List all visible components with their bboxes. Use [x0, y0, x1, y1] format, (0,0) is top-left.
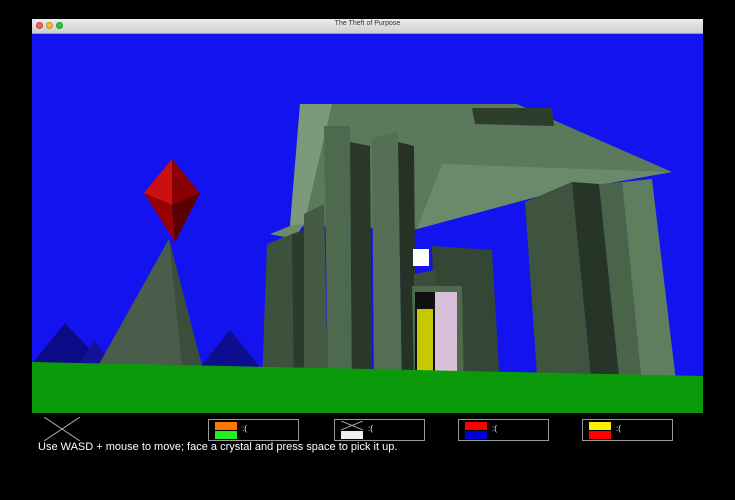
slot-face: :( — [616, 424, 621, 433]
orange-crystal-icon — [215, 422, 237, 430]
white-crystal-icon — [341, 431, 363, 439]
slot-face: :( — [242, 424, 247, 433]
inventory-slot-3[interactable]: :( — [458, 419, 549, 441]
slot-face: :( — [368, 424, 373, 433]
window-title: The Theft of Purpose — [334, 20, 401, 27]
inventory-slot-1[interactable]: :( — [208, 419, 299, 441]
empty-crystal-icon — [341, 421, 363, 430]
green-crystal-icon — [215, 431, 237, 439]
red-crystal-icon — [465, 422, 487, 430]
red-crystal-icon — [589, 431, 611, 439]
game-window: The Theft of Purpose:(:(:(:(Use WAS… — [32, 19, 703, 462]
inventory-slot-4[interactable]: :( — [582, 419, 673, 441]
slot-face: :( — [492, 424, 497, 433]
title-bar[interactable]: The Theft of Purpose — [32, 19, 703, 34]
empty-slot-icon — [44, 417, 80, 441]
blue-crystal-icon — [465, 431, 487, 439]
inventory-hud: :( :( :( :( Use WASD + mouse to move; fa… — [32, 413, 703, 462]
inventory-slot-2[interactable]: :( — [334, 419, 425, 441]
yellow-crystal-icon — [589, 422, 611, 430]
instructions-text: Use WASD + mouse to move; face a crystal… — [38, 441, 398, 453]
game-viewport[interactable] — [32, 34, 703, 413]
